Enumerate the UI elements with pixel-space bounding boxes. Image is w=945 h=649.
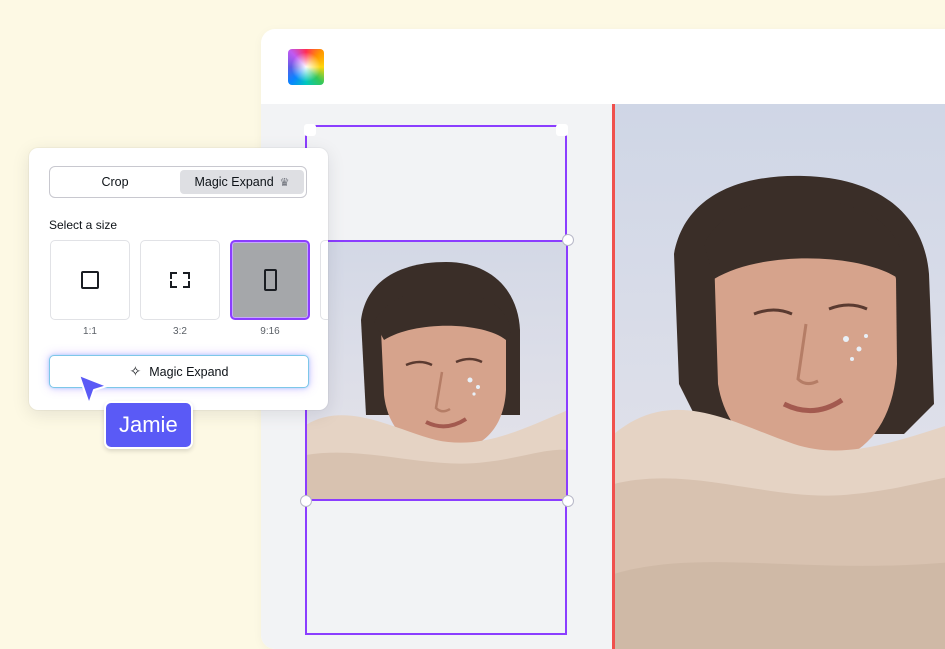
resize-handle-top-right[interactable] xyxy=(562,234,574,246)
page-edge-line xyxy=(612,104,615,649)
expand-corners-icon xyxy=(170,272,190,288)
page-photo[interactable] xyxy=(614,104,945,649)
portrait-photo xyxy=(614,104,945,649)
tab-crop[interactable]: Crop xyxy=(53,170,177,194)
tab-magic-expand-label: Magic Expand xyxy=(194,175,274,189)
size-option-3-2[interactable] xyxy=(140,240,220,320)
magic-expand-button-label: Magic Expand xyxy=(149,364,229,379)
size-caption-9-16: 9:16 xyxy=(260,326,280,337)
resize-handle-bottom-right[interactable] xyxy=(562,495,574,507)
mode-toggle: Crop Magic Expand ♛ xyxy=(49,166,307,198)
size-option-next-partial[interactable] xyxy=(320,240,328,320)
select-size-heading: Select a size xyxy=(49,218,118,232)
size-caption-1-1: 1:1 xyxy=(83,326,97,337)
resize-handle-bottom-left[interactable] xyxy=(300,495,312,507)
collaborator-name-tag: Jamie xyxy=(104,401,193,449)
portrait-rect-icon xyxy=(263,269,277,291)
tab-magic-expand[interactable]: Magic Expand ♛ xyxy=(180,170,304,194)
size-option-1-1[interactable] xyxy=(50,240,130,320)
image-bounds xyxy=(305,240,568,501)
size-option-9-16[interactable] xyxy=(230,240,310,320)
square-icon xyxy=(81,271,99,289)
collaborator-cursor-icon xyxy=(78,374,108,405)
magic-expand-panel: Crop Magic Expand ♛ Select a size 1:1 3:… xyxy=(29,148,328,410)
crown-icon: ♛ xyxy=(279,176,290,189)
corner-handle-top-left[interactable] xyxy=(304,124,316,136)
size-caption-3-2: 3:2 xyxy=(173,326,187,337)
sparkle-icon: ✧ xyxy=(129,363,142,379)
corner-handle-top-right[interactable] xyxy=(556,124,568,136)
color-palette-icon[interactable] xyxy=(288,49,324,85)
